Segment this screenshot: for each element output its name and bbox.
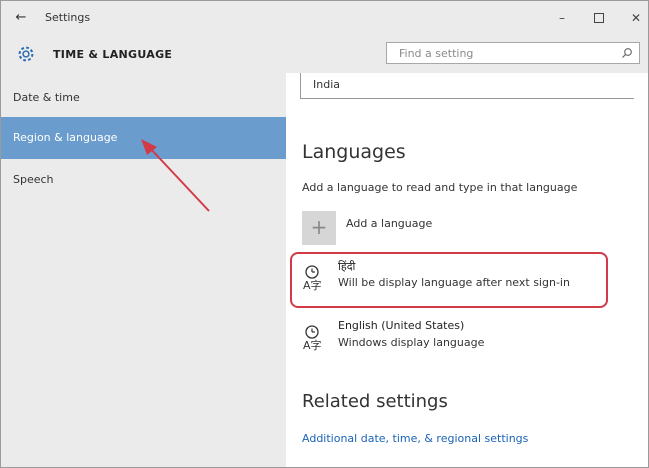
settings-header: TIME & LANGUAGE Find a setting bbox=[1, 35, 648, 73]
language-name: हिंदी bbox=[338, 260, 356, 273]
sidebar-item-region-language[interactable]: Region & language bbox=[1, 117, 286, 159]
title-bar: ← Settings – ✕ bbox=[1, 1, 648, 35]
language-item-english[interactable]: A字 English (United States) Windows displ… bbox=[302, 317, 622, 361]
regional-settings-link[interactable]: Additional date, time, & regional settin… bbox=[302, 432, 528, 445]
sidebar: Date & time Region & language Speech bbox=[1, 73, 286, 467]
language-status: Will be display language after next sign… bbox=[338, 276, 570, 289]
language-status: Windows display language bbox=[338, 336, 485, 349]
back-arrow-icon[interactable]: ← bbox=[13, 10, 29, 26]
add-language-button[interactable]: + bbox=[302, 211, 336, 245]
sidebar-item-date-time[interactable]: Date & time bbox=[1, 77, 286, 119]
main-content: India Languages Add a language to read a… bbox=[286, 73, 648, 467]
add-language-label[interactable]: Add a language bbox=[346, 217, 432, 230]
related-settings-heading: Related settings bbox=[302, 391, 448, 412]
section-title: TIME & LANGUAGE bbox=[53, 48, 173, 61]
gear-icon bbox=[18, 46, 34, 62]
settings-window: ← Settings – ✕ TIME & LANGUAGE Find a se… bbox=[0, 0, 649, 468]
maximize-icon bbox=[594, 13, 604, 23]
svg-text:A字: A字 bbox=[303, 338, 322, 351]
languages-description: Add a language to read and type in that … bbox=[302, 181, 578, 194]
close-button[interactable]: ✕ bbox=[627, 9, 645, 27]
svg-text:A字: A字 bbox=[303, 278, 322, 291]
country-dropdown[interactable]: India bbox=[300, 73, 634, 99]
languages-heading: Languages bbox=[302, 141, 406, 163]
language-name: English (United States) bbox=[338, 319, 465, 332]
search-placeholder: Find a setting bbox=[399, 47, 474, 60]
language-icon: A字 bbox=[303, 265, 322, 291]
search-icon[interactable] bbox=[621, 47, 633, 59]
minimize-button[interactable]: – bbox=[553, 9, 571, 27]
window-title: Settings bbox=[45, 11, 91, 24]
country-value: India bbox=[313, 78, 340, 91]
language-item-hindi[interactable]: A字 हिंदी Will be display language after … bbox=[302, 257, 622, 301]
maximize-button[interactable] bbox=[590, 9, 608, 27]
plus-icon: + bbox=[310, 215, 328, 239]
search-input[interactable]: Find a setting bbox=[386, 42, 640, 64]
sidebar-item-speech[interactable]: Speech bbox=[1, 159, 286, 201]
language-icon: A字 bbox=[303, 325, 322, 351]
